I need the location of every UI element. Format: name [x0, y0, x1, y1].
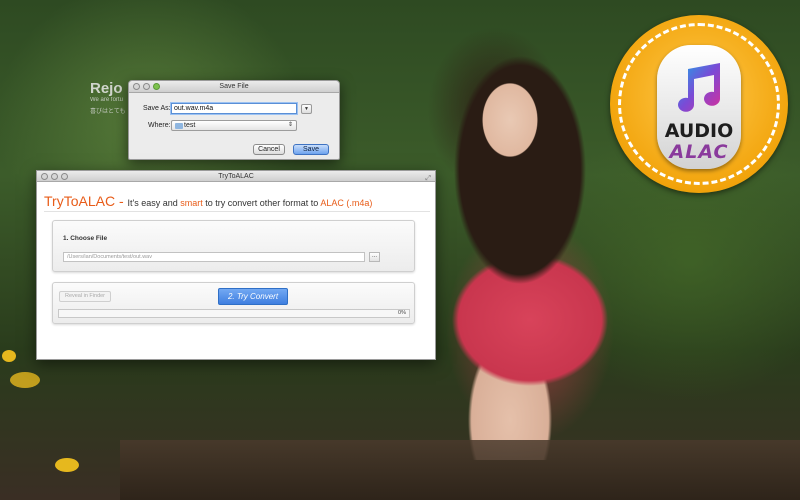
- zoom-button[interactable]: [153, 83, 160, 90]
- background-promo-title: Rejo: [90, 80, 123, 97]
- where-value: test: [184, 122, 196, 129]
- choose-file-title: 1. Choose File: [63, 235, 108, 242]
- save-as-label: Save As:: [143, 105, 171, 112]
- audio-alac-badge: AUDIO ALAC: [610, 15, 788, 193]
- file-path-field[interactable]: /Users/ian/Documents/test/out.wav: [63, 252, 365, 262]
- divider: [44, 211, 430, 212]
- minimize-button[interactable]: [51, 173, 58, 180]
- zoom-button[interactable]: [61, 173, 68, 180]
- progress-bar: 0%: [58, 309, 410, 318]
- headline-brand: TryToALAC: [44, 193, 116, 209]
- fullscreen-icon[interactable]: ⤢: [425, 173, 431, 184]
- headline: TryToALAC - It's easy and smart to try c…: [44, 193, 372, 209]
- choose-file-panel: 1. Choose File /Users/ian/Documents/test…: [52, 220, 415, 272]
- window-controls: [41, 173, 68, 180]
- headline-text: to try convert other format to: [202, 198, 321, 208]
- where-select[interactable]: test ⇕: [171, 120, 297, 131]
- background-promo-line: We are fortu: [90, 97, 123, 103]
- browse-button[interactable]: ...: [369, 252, 380, 262]
- background-flower: [55, 458, 79, 472]
- background-promo-line: 喜びはとても: [90, 109, 126, 115]
- close-button[interactable]: [133, 83, 140, 90]
- progress-percent: 0%: [398, 310, 406, 316]
- headline-text: It's easy and: [127, 198, 181, 208]
- chevron-down-icon: ▼: [304, 106, 309, 112]
- reveal-in-finder-button[interactable]: Reveal in Finder: [59, 291, 111, 302]
- select-arrows-icon: ⇕: [287, 122, 293, 128]
- badge-alac-label: ALAC: [669, 141, 729, 163]
- save-dialog-title: Save File: [219, 83, 249, 90]
- save-as-field[interactable]: out.wav.m4a: [171, 103, 297, 114]
- trytoalac-window: TryToALAC ⤢ TryToALAC - It's easy and sm…: [36, 170, 436, 360]
- close-button[interactable]: [41, 173, 48, 180]
- music-note-icon: [678, 63, 720, 112]
- badge-audio-label: AUDIO: [664, 120, 734, 142]
- minimize-button[interactable]: [143, 83, 150, 90]
- window-controls: [133, 83, 160, 90]
- try-convert-button[interactable]: 2. Try Convert: [218, 288, 288, 305]
- app-title: TryToALAC: [218, 173, 254, 180]
- background-flower: [10, 372, 40, 388]
- app-titlebar: TryToALAC ⤢: [37, 171, 435, 182]
- folder-icon: [175, 123, 183, 129]
- headline-smart: smart: [180, 198, 203, 208]
- headline-dash: -: [115, 193, 128, 209]
- save-button[interactable]: Save: [293, 144, 329, 155]
- background-photo: [400, 20, 640, 460]
- cancel-button[interactable]: Cancel: [253, 144, 285, 155]
- background-bench: [120, 440, 800, 500]
- save-dialog-titlebar: Save File: [129, 81, 339, 93]
- expand-dialog-button[interactable]: ▼: [301, 104, 312, 114]
- headline-alac: ALAC (.m4a): [320, 198, 373, 208]
- where-label: Where:: [148, 122, 171, 129]
- save-file-dialog: Save File Save As: out.wav.m4a ▼ Where: …: [128, 80, 340, 160]
- background-flower: [2, 350, 16, 362]
- convert-panel: Reveal in Finder 2. Try Convert 0%: [52, 282, 415, 324]
